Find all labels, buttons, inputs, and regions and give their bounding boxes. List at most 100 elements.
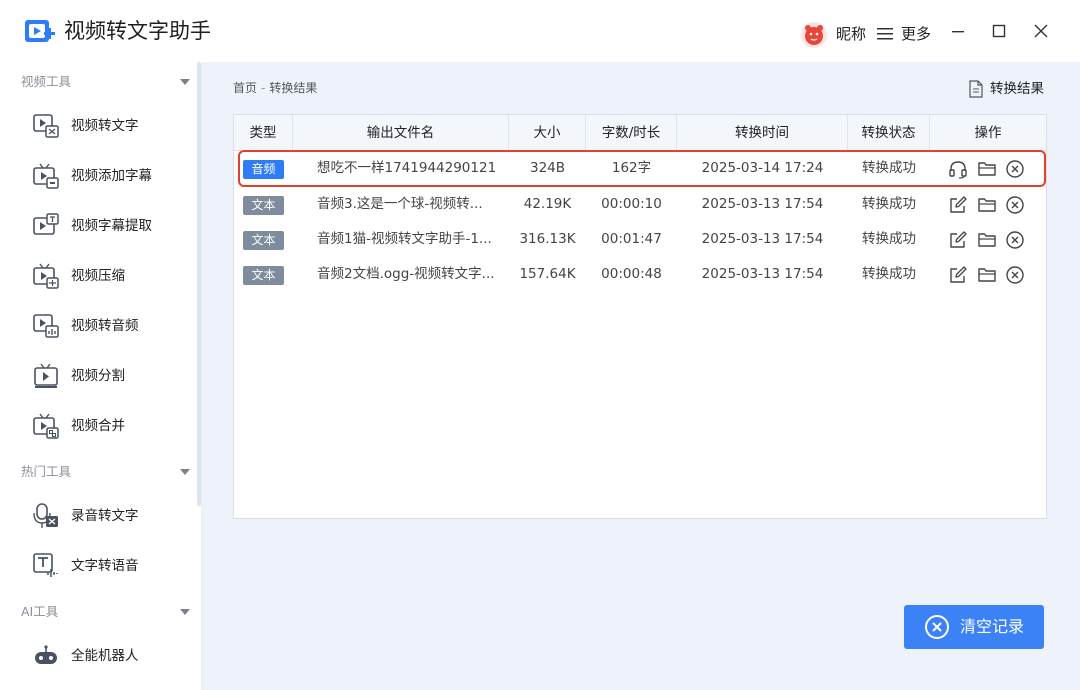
sidebar-item-label: 视频添加字幕 <box>71 168 152 184</box>
column-header-actions: 操作 <box>974 125 1002 141</box>
document-icon <box>969 80 983 98</box>
sidebar-item-video-add-subtitle[interactable]: 视频添加字幕 <box>0 156 200 196</box>
type-badge-text: 文本 <box>243 196 284 215</box>
user-name[interactable]: 昵称 <box>836 24 866 44</box>
sidebar-item-label: 文字转语音 <box>71 558 139 574</box>
section-title: 热门工具 <box>21 464 72 479</box>
column-header-length: 字数/时长 <box>586 115 677 151</box>
sidebar-item-recording-to-text[interactable]: 录音转文字 <box>0 496 200 536</box>
column-header-status: 转换状态 <box>848 115 930 151</box>
column-header-size: 大小 <box>509 115 586 151</box>
robot-icon <box>35 645 57 664</box>
edit-icon[interactable] <box>948 195 968 215</box>
table-row[interactable]: 文本 音频2文档.ogg-视频转文字... 157.64K 00:00:48 2… <box>234 257 1046 292</box>
clear-records-label: 清空记录 <box>960 617 1025 636</box>
delete-circle-icon[interactable] <box>1005 265 1025 285</box>
folder-icon[interactable] <box>977 230 997 250</box>
row-time: 2025-03-13 17:54 <box>701 266 824 282</box>
sidebar-section-hot-tools[interactable]: 热门工具 <box>0 461 200 483</box>
app-logo-icon <box>25 20 55 42</box>
table-header: 类型 输出文件名 大小 字数/时长 转换时间 转换状态 操作 <box>234 115 1046 151</box>
sidebar-item-label: 视频压缩 <box>71 268 125 284</box>
video-merge-icon <box>33 413 59 439</box>
row-actions <box>946 257 1046 292</box>
recording-to-text-icon <box>33 503 58 528</box>
breadcrumb-separator: - <box>261 81 266 95</box>
video-subtitle-add-icon <box>33 163 59 189</box>
menu-icon[interactable] <box>877 27 893 41</box>
row-status: 转换成功 <box>862 231 916 247</box>
table-row[interactable]: 文本 音频3.这是一个球-视频转... 42.19K 00:00:10 2025… <box>234 187 1046 222</box>
folder-icon[interactable] <box>977 195 997 215</box>
row-actions <box>946 222 1046 257</box>
video-split-icon <box>34 363 58 388</box>
row-filename: 音频1猫-视频转文字助手-1... <box>317 231 492 247</box>
sidebar-item-label: 全能机器人 <box>71 648 139 664</box>
delete-circle-icon[interactable] <box>1005 230 1025 250</box>
maximize-icon[interactable] <box>988 20 1010 42</box>
title-bar: 视频转文字助手 昵称 更多 <box>0 0 1080 62</box>
row-filename: 音频3.这是一个球-视频转... <box>317 196 483 212</box>
clear-circle-icon <box>925 615 949 639</box>
sidebar-item-video-split[interactable]: 视频分割 <box>0 356 200 396</box>
video-to-text-icon <box>33 114 59 138</box>
row-status: 转换成功 <box>862 266 916 282</box>
sidebar-item-video-compress[interactable]: 视频压缩 <box>0 256 200 296</box>
row-length: 00:01:47 <box>601 231 662 247</box>
column-header-filename: 输出文件名 <box>293 115 509 151</box>
row-time: 2025-03-13 17:54 <box>701 231 824 247</box>
row-highlight-frame <box>238 150 1046 187</box>
avatar[interactable] <box>800 21 828 49</box>
sidebar-item-label: 视频合并 <box>71 418 125 434</box>
edit-icon[interactable] <box>948 230 968 250</box>
row-filename: 音频2文档.ogg-视频转文字... <box>317 266 495 282</box>
video-compress-icon <box>33 263 59 289</box>
close-icon[interactable] <box>1030 20 1052 42</box>
type-badge-text: 文本 <box>243 266 284 285</box>
row-status: 转换成功 <box>862 196 916 212</box>
sidebar-item-label: 视频字幕提取 <box>71 218 152 234</box>
sidebar-item-robot[interactable]: 全能机器人 <box>0 636 200 676</box>
breadcrumb-current: 转换结果 <box>269 81 318 95</box>
video-to-audio-icon <box>33 314 59 338</box>
table-row[interactable]: 文本 音频1猫-视频转文字助手-1... 316.13K 00:01:47 20… <box>234 222 1046 257</box>
video-subtitle-extract-icon <box>33 213 59 235</box>
breadcrumb: 首页 - 转换结果 <box>233 80 317 96</box>
section-title: 视频工具 <box>21 74 72 89</box>
sidebar-item-video-merge[interactable]: 视频合并 <box>0 406 200 446</box>
section-title: AI工具 <box>21 604 59 619</box>
row-actions <box>946 187 1046 222</box>
app-title: 视频转文字助手 <box>64 19 211 43</box>
sidebar-section-video-tools[interactable]: 视频工具 <box>0 71 200 93</box>
row-size: 157.64K <box>519 266 576 282</box>
row-time: 2025-03-13 17:54 <box>701 196 824 212</box>
chevron-down-icon <box>180 79 190 85</box>
sidebar-item-text-to-speech[interactable]: 文字转语音 <box>0 546 200 586</box>
sidebar-item-label: 视频分割 <box>71 368 125 384</box>
edit-icon[interactable] <box>948 265 968 285</box>
minimize-icon[interactable] <box>947 20 969 42</box>
sidebar-section-ai-tools[interactable]: AI工具 <box>0 601 200 623</box>
sidebar-item-label: 视频转文字 <box>71 118 139 134</box>
chevron-down-icon <box>180 469 190 475</box>
sidebar-item-video-subtitle-extract[interactable]: 视频字幕提取 <box>0 206 200 246</box>
row-size: 42.19K <box>523 196 572 212</box>
sidebar-item-label: 视频转音频 <box>71 318 139 334</box>
column-header-time: 转换时间 <box>677 115 848 151</box>
sidebar-item-label: 录音转文字 <box>71 508 139 524</box>
type-badge-text: 文本 <box>243 231 284 250</box>
sidebar-item-video-to-audio[interactable]: 视频转音频 <box>0 306 200 346</box>
row-length: 00:00:10 <box>601 196 662 212</box>
breadcrumb-home[interactable]: 首页 <box>233 81 257 95</box>
row-size: 316.13K <box>519 231 576 247</box>
column-header-type: 类型 <box>234 115 293 151</box>
more-menu-button[interactable]: 更多 <box>901 24 931 44</box>
folder-icon[interactable] <box>977 265 997 285</box>
chevron-down-icon <box>180 609 190 615</box>
conversion-result-label: 转换结果 <box>990 81 1044 97</box>
sidebar-item-video-to-text[interactable]: 视频转文字 <box>0 106 200 146</box>
text-to-speech-icon <box>33 553 58 577</box>
clear-records-button[interactable]: 清空记录 <box>904 605 1044 649</box>
row-length: 00:00:48 <box>601 266 662 282</box>
delete-circle-icon[interactable] <box>1005 195 1025 215</box>
